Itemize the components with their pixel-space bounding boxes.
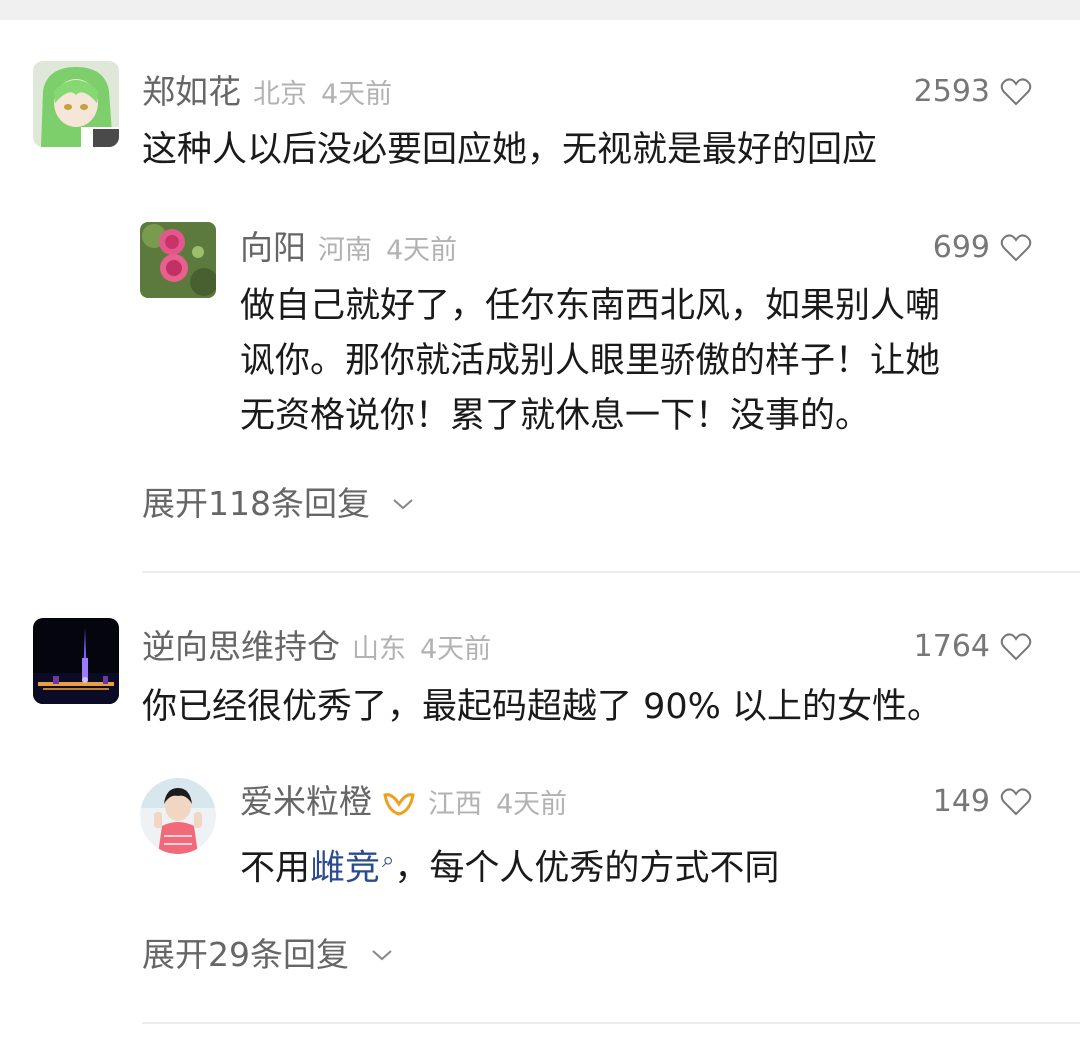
avatar[interactable] <box>33 61 119 147</box>
reply-author[interactable]: 向阳 <box>240 228 306 267</box>
reply-text: 不用雌竞⌕，每个人优秀的方式不同 <box>240 833 779 897</box>
like-count: 149 <box>932 784 990 819</box>
comment-author[interactable]: 郑如花 <box>142 72 241 111</box>
reply-time: 4天前 <box>386 235 458 266</box>
like-button[interactable]: 2593 <box>914 72 1032 112</box>
avatar[interactable] <box>33 618 119 704</box>
reply-text-line: 无资格说你！累了就休息一下！没事的。 <box>240 396 871 436</box>
expand-replies-button[interactable]: 展开118条回复 <box>142 484 414 524</box>
divider <box>142 1022 1080 1024</box>
search-icon[interactable]: ⌕ <box>382 848 394 873</box>
comment-location: 山东 <box>352 634 406 665</box>
like-count: 1764 <box>913 629 990 664</box>
reply-author-line: 爱米粒橙 江西 4天前 <box>240 782 567 825</box>
like-count: 2593 <box>913 74 990 109</box>
reply-text-line: 讽你。那你就活成别人眼里骄傲的样子！让她 <box>240 341 941 381</box>
comment-location: 北京 <box>253 79 307 110</box>
like-count: 699 <box>932 230 990 265</box>
comment-text: 你已经很优秀了，最起码超越了 90% 以上的女性。 <box>142 687 943 727</box>
reply-time: 4天前 <box>496 789 568 820</box>
reply-author[interactable]: 爱米粒橙 <box>240 782 372 821</box>
reply-location: 河南 <box>318 235 372 266</box>
comment-text: 这种人以后没必要回应她，无视就是最好的回应 <box>142 130 878 170</box>
like-button[interactable]: 1764 <box>914 627 1032 667</box>
comment-author-line: 郑如花 北京 4天前 <box>142 72 392 115</box>
like-button[interactable]: 699 <box>933 228 1032 268</box>
divider <box>142 571 1080 573</box>
reply-text-before: 不用 <box>240 848 311 889</box>
reply-text-line: 做自己就好了，任尔东南西北风，如果别人嘲 <box>240 286 941 326</box>
heart-outline-icon <box>1000 234 1032 262</box>
reply-location: 江西 <box>428 789 482 820</box>
vip-badge-icon <box>383 792 415 816</box>
comment-author-line: 逆向思维持仓 山东 4天前 <box>142 627 491 670</box>
reply-author-line: 向阳 河南 4天前 <box>240 228 457 271</box>
chevron-down-icon <box>393 499 413 510</box>
heart-outline-icon <box>1000 633 1032 661</box>
comment-time: 4天前 <box>420 634 492 665</box>
like-button[interactable]: 149 <box>933 782 1032 822</box>
heart-outline-icon <box>1000 788 1032 816</box>
comment-author[interactable]: 逆向思维持仓 <box>142 627 340 666</box>
avatar[interactable] <box>140 222 216 298</box>
chevron-down-icon <box>372 950 392 961</box>
expand-replies-label: 展开29条回复 <box>142 935 349 974</box>
comment-time: 4天前 <box>321 79 393 110</box>
heart-outline-icon <box>1000 78 1032 106</box>
expand-replies-button[interactable]: 展开29条回复 <box>142 935 393 975</box>
expand-replies-label: 展开118条回复 <box>142 484 370 523</box>
reply-text-after: ，每个人优秀的方式不同 <box>394 848 780 889</box>
avatar[interactable] <box>140 778 216 854</box>
top-strip <box>0 0 1080 20</box>
search-link[interactable]: 雌竞 <box>310 849 380 889</box>
